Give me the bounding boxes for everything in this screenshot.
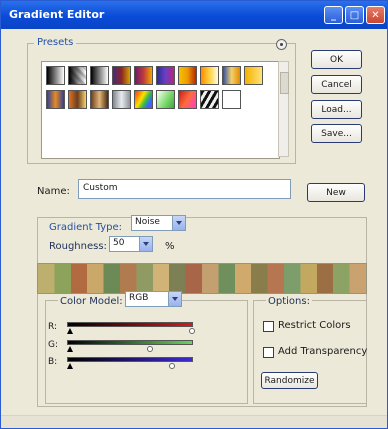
preset-swatch[interactable]: [178, 90, 197, 109]
color-model-group: [45, 300, 248, 404]
preset-swatch[interactable]: [112, 66, 131, 85]
gradient-editor-window: Gradient Editor _ □ ✕ Presets OK Cancel …: [0, 0, 388, 429]
preset-swatch[interactable]: [244, 66, 263, 85]
preset-swatch[interactable]: [178, 66, 197, 85]
color-model-value: RGB: [129, 293, 149, 303]
color-model-select[interactable]: RGB: [125, 291, 182, 307]
title-bar[interactable]: Gradient Editor _ □ ✕: [1, 1, 387, 29]
preset-swatch[interactable]: [68, 90, 87, 109]
preset-swatch[interactable]: [222, 66, 241, 85]
preset-swatch[interactable]: [90, 90, 109, 109]
presets-legend: Presets: [34, 37, 77, 48]
options-legend: Options:: [266, 296, 312, 307]
preset-swatch[interactable]: [46, 90, 65, 109]
preset-swatch[interactable]: [156, 66, 175, 85]
add-transparency-label: Add Transparency: [278, 346, 368, 357]
cancel-button[interactable]: Cancel: [311, 75, 362, 94]
scroll-thumb[interactable]: [280, 72, 289, 94]
add-transparency-checkbox[interactable]: [263, 347, 274, 358]
window-title: Gradient Editor: [9, 8, 105, 21]
gradient-type-value: Noise: [135, 217, 160, 227]
preset-swatch[interactable]: [222, 90, 241, 109]
window-bottom-edge: [1, 415, 387, 428]
roughness-field[interactable]: 50: [109, 236, 153, 252]
channel-r-slider[interactable]: [67, 322, 193, 327]
color-model-label: Color Model:: [58, 296, 125, 307]
preset-swatch[interactable]: [200, 66, 219, 85]
preset-swatch[interactable]: [46, 66, 65, 85]
preset-swatch[interactable]: [134, 90, 153, 109]
channel-r-label: R:: [48, 322, 58, 332]
channel-b-slider[interactable]: [67, 357, 193, 362]
roughness-unit: %: [165, 241, 175, 252]
gradient-type-select[interactable]: Noise: [131, 215, 186, 231]
roughness-value: 50: [113, 238, 125, 248]
channel-r-min-marker[interactable]: [67, 328, 73, 334]
channel-b-max-marker[interactable]: [169, 363, 175, 369]
channel-g-label: G:: [48, 340, 59, 350]
roughness-label: Roughness:: [49, 241, 107, 252]
channel-g-slider[interactable]: [67, 340, 193, 345]
minimize-button[interactable]: _: [324, 6, 343, 24]
channel-r-max-marker[interactable]: [189, 328, 195, 334]
new-button[interactable]: New: [307, 183, 365, 202]
preset-swatch[interactable]: [200, 90, 219, 109]
gradient-type-label: Gradient Type:: [47, 222, 125, 233]
maximize-button[interactable]: □: [345, 6, 364, 24]
preset-swatch[interactable]: [68, 66, 87, 85]
save-button[interactable]: Save...: [311, 124, 362, 143]
channel-b-label: B:: [48, 357, 58, 367]
preset-swatch[interactable]: [90, 66, 109, 85]
preset-swatches: [41, 61, 280, 159]
preset-swatch[interactable]: [134, 66, 153, 85]
preset-swatch[interactable]: [156, 90, 175, 109]
randomize-button[interactable]: Randomize: [261, 372, 318, 389]
channel-b-min-marker[interactable]: [67, 363, 73, 369]
restrict-colors-checkbox[interactable]: [263, 321, 274, 332]
presets-menu-icon[interactable]: [276, 39, 287, 50]
close-button[interactable]: ✕: [366, 6, 385, 24]
chevron-down-icon[interactable]: [139, 237, 152, 251]
chevron-down-icon[interactable]: [172, 216, 185, 230]
name-label: Name:: [37, 186, 70, 197]
gradient-preview-bar[interactable]: [37, 263, 367, 294]
presets-scrollbar[interactable]: [278, 61, 289, 157]
load-button[interactable]: Load...: [311, 100, 362, 119]
channel-g-min-marker[interactable]: [67, 346, 73, 352]
channel-g-max-marker[interactable]: [147, 346, 153, 352]
name-field[interactable]: Custom: [78, 179, 291, 199]
ok-button[interactable]: OK: [311, 50, 362, 69]
preset-swatch[interactable]: [112, 90, 131, 109]
restrict-colors-label: Restrict Colors: [278, 320, 351, 331]
chevron-down-icon[interactable]: [168, 292, 181, 306]
